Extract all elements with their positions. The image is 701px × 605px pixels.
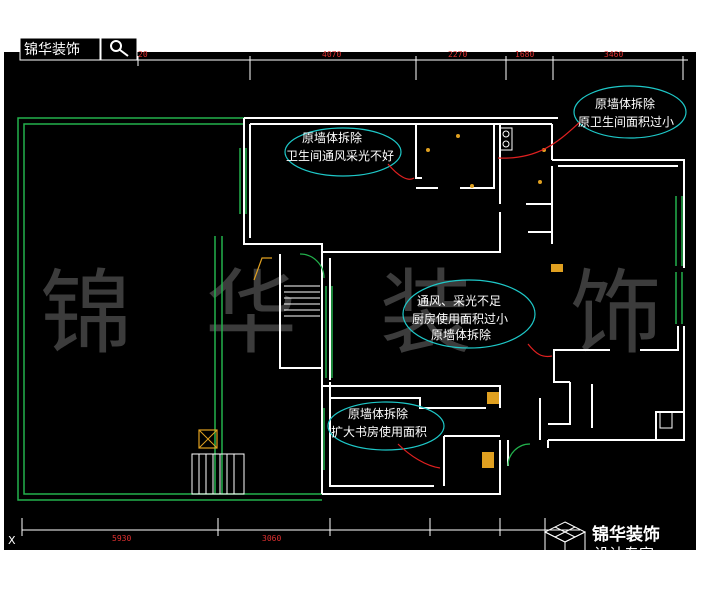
note-study-line1: 原墙体拆除 <box>348 406 408 421</box>
note-bathroom-left-line2: 卫生间通风采光不好 <box>286 149 394 163</box>
top-margin <box>0 0 701 52</box>
note-bathroom-right-line2: 原卫生间面积过小 <box>578 115 674 129</box>
note-kitchen-line1: 通风、采光不足 <box>417 294 501 308</box>
bottom-margin <box>0 550 701 601</box>
note-bathroom-right-line1: 原墙体拆除 <box>595 96 655 111</box>
watermark-char-1: 锦 <box>40 260 132 367</box>
corner-mark: X <box>8 534 16 547</box>
note-bathroom-left-line1: 原墙体拆除 <box>302 130 362 145</box>
dim-bottom-0: 5930 <box>112 534 131 543</box>
brand-name: 锦华装饰 <box>592 524 660 545</box>
cad-floor-plan: 锦 华 装 饰 锦华装饰 20 4070 2270 1680 3460 原墙体拆… <box>0 0 701 601</box>
note-study-line2: 扩大书房使用面积 <box>331 424 427 439</box>
note-kitchen-line3: 原墙体拆除 <box>431 327 491 342</box>
watermark-char-2: 华 <box>205 260 297 367</box>
dim-bottom-1: 3060 <box>262 534 281 543</box>
note-kitchen-line2: 厨房使用面积过小 <box>412 311 508 326</box>
